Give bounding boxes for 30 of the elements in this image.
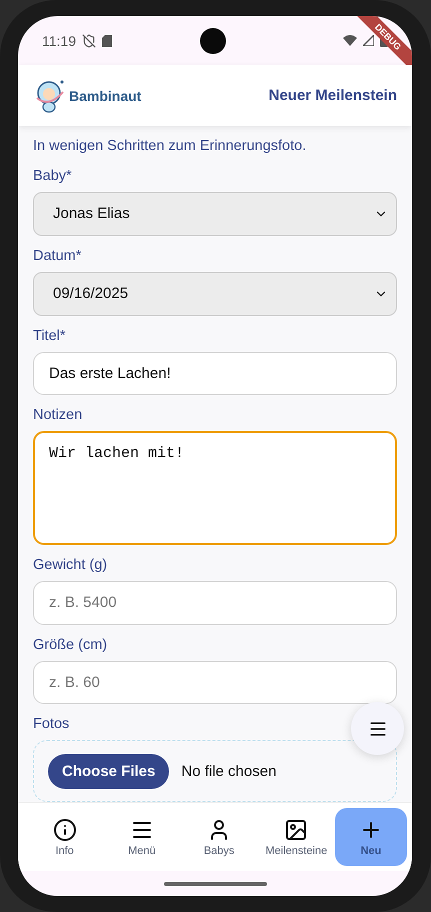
nav-tab[interactable]: Menü xyxy=(103,808,180,866)
sd-card-icon xyxy=(102,34,112,46)
shield-icon xyxy=(82,34,96,48)
info-icon xyxy=(52,818,77,842)
select-field[interactable]: 09/16/2025 xyxy=(33,272,397,316)
field-label: Gewicht (g) xyxy=(33,556,108,573)
field-label: Größe (cm) xyxy=(33,636,108,653)
nav-tab[interactable]: Babys xyxy=(180,808,258,866)
camera-hole xyxy=(200,28,226,54)
notes-field[interactable]: Wir lachen mit! xyxy=(33,431,397,545)
brand-name: Bambinaut xyxy=(69,88,142,104)
choose-files-button[interactable]: Choose Files xyxy=(48,754,170,789)
status-time: 11:19 xyxy=(42,32,76,48)
field-label: Baby* xyxy=(33,168,72,184)
field-label: Datum* xyxy=(33,248,82,264)
field-label: Fotos xyxy=(33,716,70,732)
intro-text: In wenigen Schritten zum Erinnerungsfoto. xyxy=(33,138,306,154)
signal-icon xyxy=(363,35,374,46)
nav-tab[interactable]: Info xyxy=(26,808,104,866)
input-field[interactable]: z. B. 5400 xyxy=(33,580,397,625)
image-icon xyxy=(284,818,308,842)
file-status: No file chosen xyxy=(181,762,276,780)
nav-tab[interactable]: Meilensteine xyxy=(258,808,335,866)
field-label: Notizen xyxy=(33,407,82,424)
wifi-icon xyxy=(343,35,357,46)
input-field[interactable]: Das erste Lachen! xyxy=(33,352,397,396)
field-label: Titel* xyxy=(33,328,66,344)
select-field[interactable]: Jonas Elias xyxy=(33,192,397,236)
page-title: Neuer Meilenstein xyxy=(268,87,397,104)
input-field[interactable]: z. B. 60 xyxy=(33,660,397,704)
